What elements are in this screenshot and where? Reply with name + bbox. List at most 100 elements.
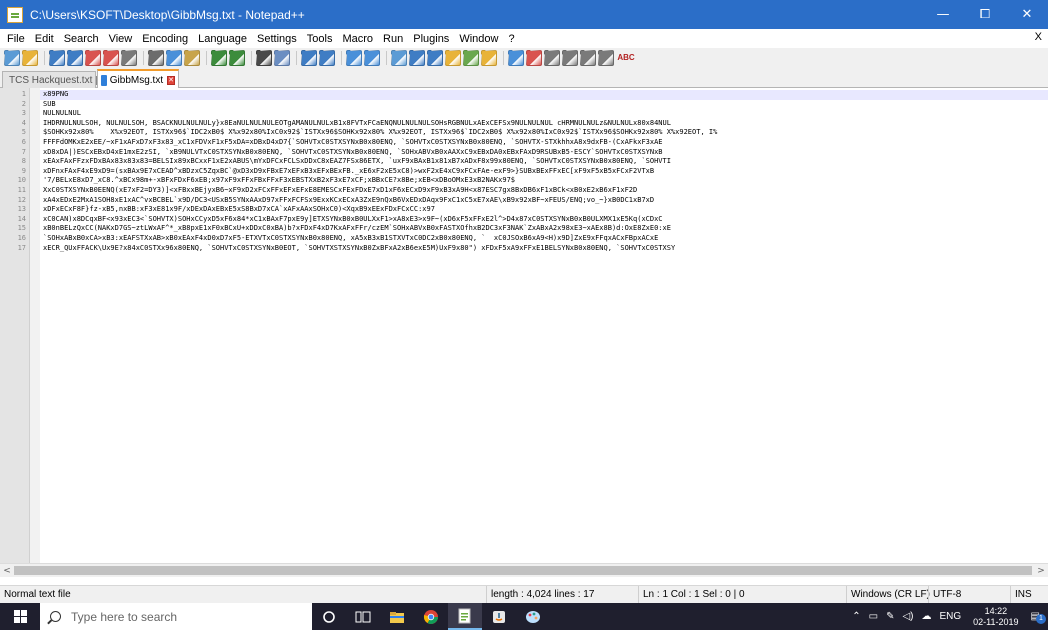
menu-search[interactable]: Search: [59, 33, 104, 45]
scroll-left-arrow[interactable]: <: [0, 564, 14, 578]
line-number: 15: [17, 224, 26, 233]
onedrive-cloud-icon[interactable]: ☁: [922, 611, 932, 622]
scroll-right-arrow[interactable]: >: [1034, 564, 1048, 578]
taskbar-file-explorer[interactable]: [380, 603, 414, 630]
save-macro-icon[interactable]: [598, 50, 614, 66]
zoom-in-icon[interactable]: [301, 50, 317, 66]
menu-edit[interactable]: Edit: [30, 33, 59, 45]
clock[interactable]: 14:22 02-11-2019: [973, 606, 1018, 628]
taskbar-search-box[interactable]: Type here to search: [40, 603, 312, 630]
tab-gibbmsg[interactable]: GibbMsg.txt ✕: [97, 69, 179, 89]
horizontal-scrollbar[interactable]: < >: [0, 563, 1048, 577]
show-hidden-icons-chevron-icon[interactable]: ⌃: [852, 611, 860, 622]
tab-tcs-hackquest[interactable]: TCS Hackquest.txt ✕: [2, 71, 105, 88]
undo-icon[interactable]: [211, 50, 227, 66]
editor-line[interactable]: 7 xD8xDA|)ESCxEBxD4xE1mxE2zSI, `xB9NULVTx…: [0, 148, 1048, 158]
play-macro-icon[interactable]: [562, 50, 578, 66]
menu-file[interactable]: File: [2, 33, 30, 45]
status-bar: Normal text file length : 4,024 lines : …: [0, 585, 1048, 604]
new-file-icon[interactable]: [4, 50, 20, 66]
volume-icon[interactable]: ◁): [902, 611, 913, 622]
menu-view[interactable]: View: [104, 33, 138, 45]
find-icon[interactable]: [256, 50, 272, 66]
editor-line[interactable]: 16 `SOHxABxB0xCA>xB3:xEAFSTXxAB>xB0xEAxF4…: [0, 234, 1048, 244]
menu-macro[interactable]: Macro: [337, 33, 378, 45]
save-icon[interactable]: [49, 50, 65, 66]
task-view-button[interactable]: [346, 603, 380, 630]
scrollbar-thumb[interactable]: [14, 566, 1032, 575]
editor-line[interactable]: 4 IHDRNULNULSOH, NULNULSOH, BSACKNULNULNU…: [0, 119, 1048, 129]
sync-vertical-icon[interactable]: [346, 50, 362, 66]
status-eol[interactable]: Windows (CR LF): [846, 586, 930, 604]
line-text: xECR_QUxFFACK\Ux9E?x84xC0STXx96x80ENQ, `…: [43, 243, 676, 252]
menu-window[interactable]: Window: [454, 33, 503, 45]
editor-line[interactable]: 15 xB0nBELzQxCC(NAKxD7GS~ztLWxAF^*_xB8pxE…: [0, 224, 1048, 234]
status-encoding[interactable]: UTF-8: [928, 586, 1008, 604]
start-button[interactable]: [0, 603, 40, 630]
menu-help[interactable]: ?: [503, 33, 519, 45]
tab-close-icon[interactable]: ✕: [167, 75, 175, 85]
doc-map-icon[interactable]: [445, 50, 461, 66]
copy-icon[interactable]: [166, 50, 182, 66]
editor-line[interactable]: 9 xDFnxFAxF4xE9xD9=(sxBAx9E7xCEAD^xBDzxC5…: [0, 167, 1048, 177]
taskbar-chrome[interactable]: [414, 603, 448, 630]
toolbar-separator: [296, 51, 297, 65]
menu-plugins[interactable]: Plugins: [408, 33, 454, 45]
taskbar-java-app[interactable]: [482, 603, 516, 630]
editor-line[interactable]: 5 $SOHKx92x80% X%x92EOT, ISTXx96$`IDC2xB0…: [0, 128, 1048, 138]
menu-language[interactable]: Language: [193, 33, 252, 45]
editor-line[interactable]: 6 FFFFdOMKxE2xEE/~xF1xAFxD7xF3x83_xC1xFDV…: [0, 138, 1048, 148]
menu-tools[interactable]: Tools: [302, 33, 338, 45]
play-multiple-icon[interactable]: [580, 50, 596, 66]
minimize-button[interactable]: —: [922, 0, 964, 29]
menu-settings[interactable]: Settings: [252, 33, 302, 45]
monitor-icon[interactable]: [508, 50, 524, 66]
taskbar-paint-app[interactable]: [516, 603, 550, 630]
open-file-icon[interactable]: [22, 50, 38, 66]
menu-run[interactable]: Run: [378, 33, 408, 45]
close-button[interactable]: ✕: [1006, 0, 1048, 29]
editor-line[interactable]: 8 xEAxFAxFFzxFDxBAx83x83x83=BELSIx89xBCxx…: [0, 157, 1048, 167]
network-icon[interactable]: ▭: [869, 611, 878, 622]
editor-line[interactable]: 13 xDFxECxF8F}fz-xB5,nxBB:xF3xE81x9F/xDEx…: [0, 205, 1048, 215]
line-number: 2: [21, 99, 26, 108]
line-text: $SOHKx92x80% X%x92EOT, ISTXx96$`IDC2xB0$…: [43, 128, 718, 137]
editor-line[interactable]: 17 xECR_QUxFFACK\Ux9E?x84xC0STXx96x80ENQ,…: [0, 244, 1048, 254]
close-all-icon[interactable]: [103, 50, 119, 66]
menu-close-button[interactable]: X: [1035, 31, 1042, 43]
record-macro-icon[interactable]: [526, 50, 542, 66]
indent-guide-icon[interactable]: [427, 50, 443, 66]
zoom-out-icon[interactable]: [319, 50, 335, 66]
taskbar-notepad-plus-plus[interactable]: [448, 603, 482, 630]
line-text: xD8xDA|)ESCxEBxD4xE1mxE2zSI, `xB9NULVTxC…: [43, 147, 663, 156]
print-icon[interactable]: [121, 50, 137, 66]
stop-macro-icon[interactable]: [544, 50, 560, 66]
word-wrap-icon[interactable]: [391, 50, 407, 66]
redo-icon[interactable]: [229, 50, 245, 66]
folder-workspace-icon[interactable]: [481, 50, 497, 66]
editor-line[interactable]: 1 x89PNG: [0, 90, 1048, 100]
maximize-button[interactable]: ⧠: [964, 0, 1006, 29]
editor-line[interactable]: 3 NULNULNUL: [0, 109, 1048, 119]
replace-icon[interactable]: [274, 50, 290, 66]
editor-line[interactable]: 14 xC0CAN)x8DCqxBF<x93xEC3<`SOHVTX)SOHxCC…: [0, 215, 1048, 225]
paste-icon[interactable]: [184, 50, 200, 66]
status-insert-mode[interactable]: INS: [1010, 586, 1048, 604]
save-all-icon[interactable]: [67, 50, 83, 66]
notification-center-icon[interactable]: ▤1: [1031, 611, 1046, 624]
menu-encoding[interactable]: Encoding: [137, 33, 193, 45]
show-all-chars-icon[interactable]: [409, 50, 425, 66]
spellcheck-icon[interactable]: ABC: [616, 50, 636, 66]
close-icon[interactable]: [85, 50, 101, 66]
pen-icon[interactable]: ✎: [886, 611, 894, 622]
editor-line[interactable]: 10 '7/BELxE8xD7_xC8.^xBCx98m+-xBFxFDxF6xE…: [0, 176, 1048, 186]
cut-icon[interactable]: [148, 50, 164, 66]
function-list-icon[interactable]: [463, 50, 479, 66]
sync-horizontal-icon[interactable]: [364, 50, 380, 66]
cortana-button[interactable]: [312, 603, 346, 630]
editor-line[interactable]: 12 xA4xEDxE2MxA1SOH8xE1xAC^vxBCBEL`x9D/DC…: [0, 196, 1048, 206]
text-editor[interactable]: 1 x89PNG 2 SUB 3 NULNULNUL 4 IHDRNULNULSOH, NUL…: [0, 88, 1048, 563]
editor-line[interactable]: 11 XxC0STXSYNxB0EENQ(xE7xF2=DY3)]<xFBxxBE…: [0, 186, 1048, 196]
language-indicator[interactable]: ENG: [940, 611, 962, 622]
editor-line[interactable]: 2 SUB: [0, 100, 1048, 110]
